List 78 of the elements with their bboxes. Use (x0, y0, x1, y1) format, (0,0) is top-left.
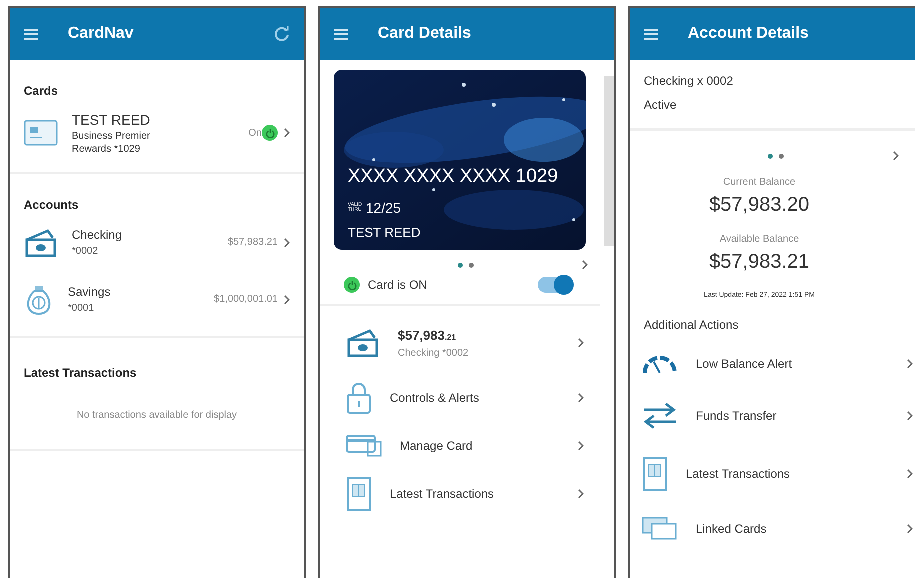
screen-title: Account Details (688, 24, 810, 44)
menu-icon[interactable] (334, 28, 348, 40)
credit-card-icon (346, 434, 382, 456)
chevron-right-icon[interactable] (907, 358, 913, 368)
account-balance: $1,000,001.01 (214, 293, 278, 307)
menu-label: Latest Transactions (390, 486, 496, 502)
account-number: *0002 (72, 245, 100, 259)
card-name: TEST REED (72, 111, 152, 130)
chevron-right-icon[interactable] (284, 238, 290, 248)
chevron-right-icon[interactable] (907, 524, 913, 534)
balance-label: Available Balance (718, 233, 800, 247)
balance-amount: $57,983.21 (708, 250, 811, 275)
account-row[interactable]: Savings *0001 $1,000,001.01 (24, 271, 290, 328)
menu-item[interactable]: Funds Transfer (642, 388, 913, 444)
account-subtitle: Checking *0002 (398, 346, 470, 360)
menu-label: Low Balance Alert (696, 356, 794, 372)
menu-label: Latest Transactions (686, 466, 792, 482)
card-icon (24, 119, 58, 147)
menu-label: Manage Card (400, 438, 474, 454)
chevron-right-icon[interactable] (578, 440, 584, 450)
chevron-right-icon[interactable] (893, 151, 899, 161)
carousel-dot[interactable] (779, 154, 784, 158)
menu-item[interactable]: Low Balance Alert (642, 340, 913, 388)
section-heading: Latest Transactions (24, 365, 138, 382)
card-status-label: Card is ON (368, 277, 428, 294)
chevron-right-icon[interactable] (284, 294, 290, 304)
card-description: Business Premier Rewards *1029 (72, 131, 152, 156)
empty-message: No transactions available for display (76, 409, 238, 423)
menu-label: Linked Cards (696, 520, 768, 538)
account-name: Savings (68, 284, 112, 301)
card-row[interactable]: TEST REED Business Premier Rewards *1029 On (24, 100, 290, 164)
chevron-right-icon[interactable] (578, 392, 584, 402)
menu-icon[interactable] (644, 28, 658, 40)
account-row[interactable]: Checking *0002 $57,983.21 (24, 214, 290, 271)
chevron-right-icon[interactable] (907, 468, 913, 478)
transfer-arrows-icon (642, 400, 678, 430)
section-heading: Cards (24, 83, 60, 100)
chevron-right-icon[interactable] (578, 338, 584, 348)
account-title: Checking x 0002 (644, 73, 734, 90)
account-number: *0001 (68, 302, 96, 316)
account-status: Active (644, 97, 678, 114)
document-icon (642, 456, 668, 490)
chevron-right-icon[interactable] (907, 410, 913, 420)
menu-item[interactable]: Manage Card (346, 424, 584, 466)
account-name: Checking (72, 227, 124, 244)
document-icon (346, 476, 372, 510)
card-holder: TEST REED (348, 224, 422, 242)
card-status: On (248, 126, 262, 140)
menu-label: Funds Transfer (696, 408, 778, 424)
money-icon (24, 228, 58, 258)
chevron-right-icon[interactable] (284, 128, 290, 138)
account-balance: $57,983.21 (398, 327, 458, 345)
money-icon (346, 328, 380, 358)
carousel-dot[interactable] (469, 262, 474, 268)
menu-label: Controls & Alerts (390, 390, 480, 406)
card-number: XXXX XXXX XXXX 1029 (348, 165, 558, 189)
balance-label: Current Balance (722, 176, 797, 190)
menu-item[interactable]: Linked Cards (642, 504, 913, 554)
menu-item[interactable]: Latest Transactions (642, 444, 913, 504)
padlock-icon (346, 380, 372, 414)
chevron-right-icon[interactable] (582, 260, 588, 270)
menu-item[interactable]: Controls & Alerts (346, 370, 584, 424)
refresh-icon[interactable] (274, 26, 290, 42)
screen-title: CardNav (68, 24, 135, 44)
cards-icon (642, 516, 678, 540)
section-heading: Accounts (24, 197, 80, 214)
carousel-dot[interactable] (458, 262, 463, 268)
toggle-switch[interactable] (538, 277, 572, 293)
menu-icon[interactable] (24, 28, 38, 40)
account-balance: $57,983.21 (228, 236, 278, 250)
chevron-right-icon[interactable] (578, 488, 584, 498)
menu-item[interactable]: $57,983.21 Checking *0002 (346, 312, 584, 370)
card-expiry: 12/25 (366, 198, 402, 218)
menu-item[interactable]: Latest Transactions (346, 466, 584, 520)
screen-title: Card Details (378, 24, 472, 44)
balance-amount: $57,983.20 (708, 193, 811, 218)
section-heading: Additional Actions (643, 316, 740, 334)
carousel-dot[interactable] (768, 154, 773, 158)
